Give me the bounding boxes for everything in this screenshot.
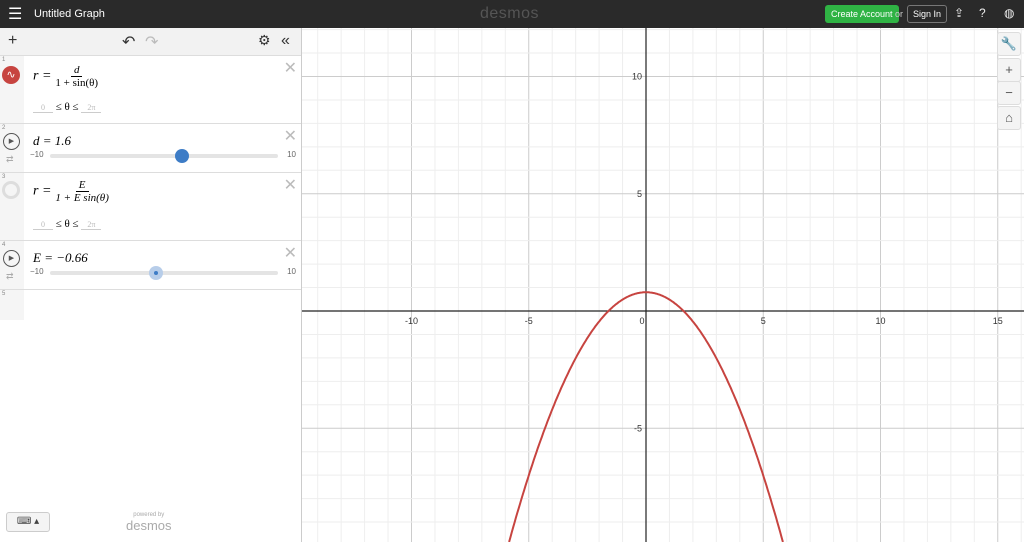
create-account-button[interactable]: Create Account: [825, 5, 899, 23]
x-tick-label: 10: [875, 316, 885, 326]
expression-number: 4: [2, 242, 6, 248]
x-tick-label: 0: [639, 316, 644, 326]
play-icon[interactable]: ▶: [3, 250, 20, 267]
zoom-in-button[interactable]: +: [997, 58, 1021, 82]
slider-thumb[interactable]: [149, 266, 164, 280]
slider-thumb[interactable]: [175, 149, 190, 163]
domain-label: ≤ θ ≤: [55, 101, 79, 113]
menu-icon[interactable]: ☰: [8, 4, 22, 24]
theta-domain: 0 ≤ θ ≤ 2π: [33, 218, 102, 230]
domain-min-input[interactable]: 0: [33, 103, 53, 113]
graph-settings-wrench-icon[interactable]: 🔧: [997, 32, 1021, 56]
e-slider[interactable]: −10 10: [30, 266, 296, 280]
help-icon[interactable]: ?: [979, 6, 986, 20]
expression-panel: + ↶ ↷ ⚙ « 1 ∿ r = d 1 + sin(θ) 0 ≤ θ ≤ 2π …: [0, 28, 302, 542]
y-tick-label: 10: [632, 72, 642, 82]
delete-expression-icon[interactable]: ✕: [284, 243, 297, 263]
desmos-logo: desmos: [480, 5, 540, 22]
or-label: or: [895, 9, 904, 19]
slider-min[interactable]: −10: [30, 150, 44, 159]
redo-icon[interactable]: ↷: [145, 32, 158, 52]
expression-number: 3: [2, 174, 6, 180]
animation-direction-icon[interactable]: ⇄: [6, 154, 14, 165]
expression-number: 5: [2, 291, 6, 297]
graph-color-toggle-icon[interactable]: ∿: [2, 66, 20, 84]
x-tick-label: 5: [761, 316, 766, 326]
share-icon[interactable]: ⇪: [954, 6, 964, 20]
denominator: 1 + sin(θ): [55, 77, 99, 89]
powered-brand: desmos: [126, 517, 172, 533]
settings-gear-icon[interactable]: ⚙: [258, 32, 271, 49]
formula-lhs: r =: [33, 68, 52, 84]
numerator: E: [75, 179, 89, 192]
delete-expression-icon[interactable]: ✕: [284, 126, 297, 146]
delete-expression-icon[interactable]: ✕: [284, 175, 297, 195]
domain-max-input[interactable]: 2π: [81, 103, 102, 113]
undo-icon[interactable]: ↶: [122, 32, 135, 52]
expression-4-slider[interactable]: 4 ▶ ⇄ E = −0.66 −10 10 ✕: [0, 241, 301, 290]
domain-max-input[interactable]: 2π: [81, 220, 102, 230]
slider-min[interactable]: −10: [30, 267, 44, 276]
expression-formula[interactable]: r = d 1 + sin(θ): [33, 64, 98, 89]
graph-title[interactable]: Untitled Graph: [34, 8, 105, 20]
numerator: d: [70, 64, 83, 77]
powered-by-desmos: powered by desmos: [126, 512, 172, 533]
animation-direction-icon[interactable]: ⇄: [6, 271, 14, 282]
expression-number: 2: [2, 125, 6, 131]
play-icon[interactable]: ▶: [3, 133, 20, 150]
slider-max[interactable]: 10: [287, 150, 296, 159]
expression-1[interactable]: 1 ∿ r = d 1 + sin(θ) 0 ≤ θ ≤ 2π ✕: [0, 56, 301, 124]
slider-formula[interactable]: d = 1.6: [33, 133, 71, 149]
domain-label: ≤ θ ≤: [55, 218, 79, 230]
language-globe-icon[interactable]: ◍: [1004, 6, 1014, 20]
sign-in-button[interactable]: Sign In: [907, 5, 948, 23]
home-zoom-icon[interactable]: ⌂: [997, 106, 1021, 130]
slider-formula[interactable]: E = −0.66: [33, 250, 88, 266]
y-tick-label: 5: [637, 189, 642, 199]
collapse-panel-icon[interactable]: «: [281, 32, 290, 50]
delete-expression-icon[interactable]: ✕: [284, 58, 297, 78]
graph-canvas[interactable]: -10 -5 0 5 10 15 10 5 -5: [302, 28, 1024, 542]
x-tick-label: -5: [525, 316, 533, 326]
y-tick-label: -5: [634, 423, 642, 433]
expression-toolbar: + ↶ ↷ ⚙ «: [0, 28, 301, 56]
denominator: 1 + E sin(θ): [55, 192, 109, 204]
keyboard-toggle-button[interactable]: ⌨ ▴: [6, 512, 50, 532]
add-expression-icon[interactable]: +: [8, 32, 17, 50]
x-tick-label: 15: [993, 316, 1003, 326]
formula-lhs: r =: [33, 183, 52, 199]
top-bar: ☰ Untitled Graph desmos Create Account o…: [0, 0, 1024, 28]
hidden-graph-toggle-icon[interactable]: [2, 181, 20, 199]
expression-2-slider[interactable]: 2 ▶ ⇄ d = 1.6 −10 10 ✕: [0, 124, 301, 173]
expression-3[interactable]: 3 r = E 1 + E sin(θ) 0 ≤ θ ≤ 2π ✕: [0, 173, 301, 241]
domain-min-input[interactable]: 0: [33, 220, 53, 230]
expression-number: 1: [2, 57, 6, 63]
x-tick-label: -10: [405, 316, 418, 326]
d-slider[interactable]: −10 10: [30, 149, 296, 163]
theta-domain: 0 ≤ θ ≤ 2π: [33, 101, 102, 113]
expression-5-empty[interactable]: 5: [0, 290, 301, 320]
zoom-out-button[interactable]: −: [997, 81, 1021, 105]
slider-max[interactable]: 10: [287, 267, 296, 276]
